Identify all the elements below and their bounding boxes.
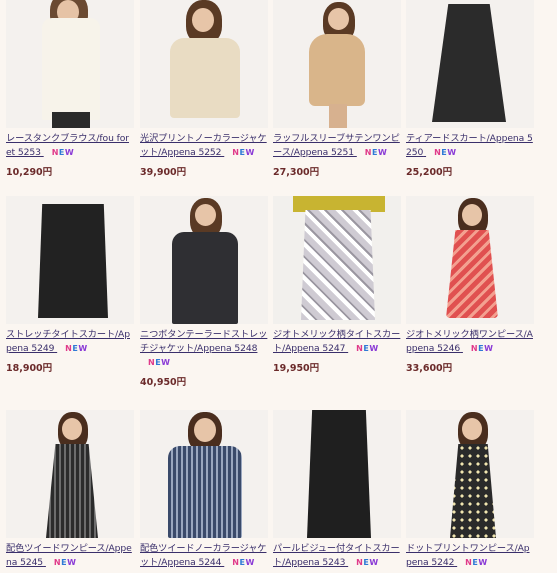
price: 18,900円 bbox=[6, 363, 53, 374]
product-card[interactable]: ジオトメリック柄タイトスカート/Appena 5247 NEW 19,950円 bbox=[273, 196, 401, 374]
product-photo[interactable] bbox=[406, 0, 534, 128]
price: 25,200円 bbox=[406, 167, 453, 178]
product-link[interactable]: ジオトメリック柄タイトスカート/Appena 5247 bbox=[273, 329, 400, 354]
product-grid: レースタンクブラウス/fou foret 5253 NEW 10,290円 光沢… bbox=[0, 0, 557, 573]
product-card[interactable]: 光沢プリントノーカラージャケット/Appena 5252 NEW 39,900円 bbox=[140, 0, 268, 178]
product-link[interactable]: パールビジュー付タイトスカート/Appena 5243 bbox=[273, 543, 400, 568]
new-badge: NEW bbox=[65, 344, 88, 353]
product-card[interactable]: パールビジュー付タイトスカート/Appena 5243 NEW bbox=[273, 410, 401, 570]
new-badge: NEW bbox=[364, 148, 388, 157]
price: 33,600円 bbox=[406, 363, 453, 374]
product-card[interactable]: ジオトメリック柄ワンピース/Appena 5246 NEW 33,600円 bbox=[406, 196, 534, 374]
product-photo[interactable] bbox=[273, 0, 401, 128]
product-photo[interactable] bbox=[406, 410, 534, 538]
price: 39,900円 bbox=[140, 167, 187, 178]
new-badge: NEW bbox=[465, 558, 488, 567]
new-badge: NEW bbox=[51, 148, 75, 157]
new-badge: NEW bbox=[434, 148, 457, 157]
new-badge: NEW bbox=[356, 344, 379, 353]
price: 27,300円 bbox=[273, 167, 320, 178]
product-photo[interactable] bbox=[6, 410, 134, 538]
product-photo[interactable] bbox=[273, 196, 401, 324]
price: 19,950円 bbox=[273, 363, 320, 374]
product-card[interactable]: ティアードスカート/Appena 5250 NEW 25,200円 bbox=[406, 0, 534, 178]
product-card[interactable]: レースタンクブラウス/fou foret 5253 NEW 10,290円 bbox=[6, 0, 134, 178]
product-link[interactable]: ニつボタンテーラードストレッチジャケット/Appena 5248 bbox=[140, 329, 267, 354]
product-photo[interactable] bbox=[273, 410, 401, 538]
product-card[interactable]: ラッフルスリーブサテンワンピース/Appena 5251 NEW 27,300円 bbox=[273, 0, 401, 178]
product-photo[interactable] bbox=[406, 196, 534, 324]
product-card[interactable]: ストレッチタイトスカート/Appena 5249 NEW 18,900円 bbox=[6, 196, 134, 374]
product-card[interactable]: 配色ツイードワンピース/Appena 5245 NEW bbox=[6, 410, 134, 570]
product-card[interactable]: 配色ツイードノーカラージャケット/Appena 5244 NEW bbox=[140, 410, 268, 570]
product-card[interactable]: ニつボタンテーラードストレッチジャケット/Appena 5248 NEW 40,… bbox=[140, 196, 268, 388]
price: 40,950円 bbox=[140, 377, 187, 388]
new-badge: NEW bbox=[148, 358, 171, 367]
product-photo[interactable] bbox=[140, 196, 268, 324]
new-badge: NEW bbox=[232, 558, 255, 567]
new-badge: NEW bbox=[53, 558, 77, 567]
product-photo[interactable] bbox=[140, 0, 268, 128]
product-photo[interactable] bbox=[6, 196, 134, 324]
new-badge: NEW bbox=[356, 558, 379, 567]
product-link[interactable]: ジオトメリック柄ワンピース/Appena 5246 bbox=[406, 329, 533, 354]
product-photo[interactable] bbox=[140, 410, 268, 538]
price: 10,290円 bbox=[6, 167, 53, 178]
product-card[interactable]: ドットプリントワンピース/Appena 5242 NEW bbox=[406, 410, 534, 570]
product-link[interactable]: ティアードスカート/Appena 5250 bbox=[406, 133, 533, 158]
product-photo[interactable] bbox=[6, 0, 134, 128]
new-badge: NEW bbox=[232, 148, 255, 157]
new-badge: NEW bbox=[470, 344, 494, 353]
